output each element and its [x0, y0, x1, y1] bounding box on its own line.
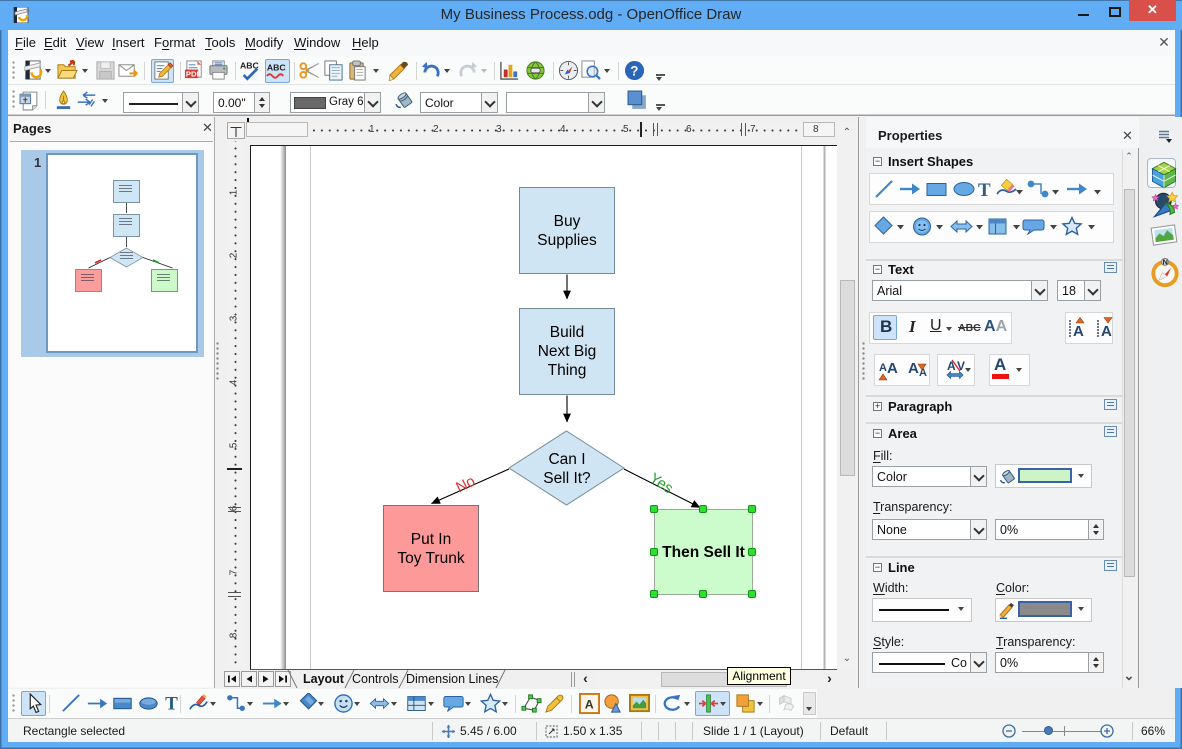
svg-text:A: A: [1073, 323, 1084, 340]
svg-text:V: V: [957, 359, 965, 373]
svg-text:A: A: [887, 360, 898, 377]
svg-text:A: A: [879, 362, 887, 374]
svg-text:N: N: [1163, 258, 1168, 267]
svg-text:A: A: [1101, 323, 1112, 340]
svg-text:PDF: PDF: [186, 70, 202, 79]
svg-text:A: A: [908, 360, 919, 377]
svg-text:T: T: [165, 693, 178, 713]
svg-text:?: ?: [630, 63, 638, 78]
svg-text:T: T: [978, 180, 991, 201]
svg-text:A: A: [585, 697, 594, 711]
svg-text:ABC: ABC: [267, 63, 287, 73]
svg-text:A: A: [947, 359, 956, 373]
